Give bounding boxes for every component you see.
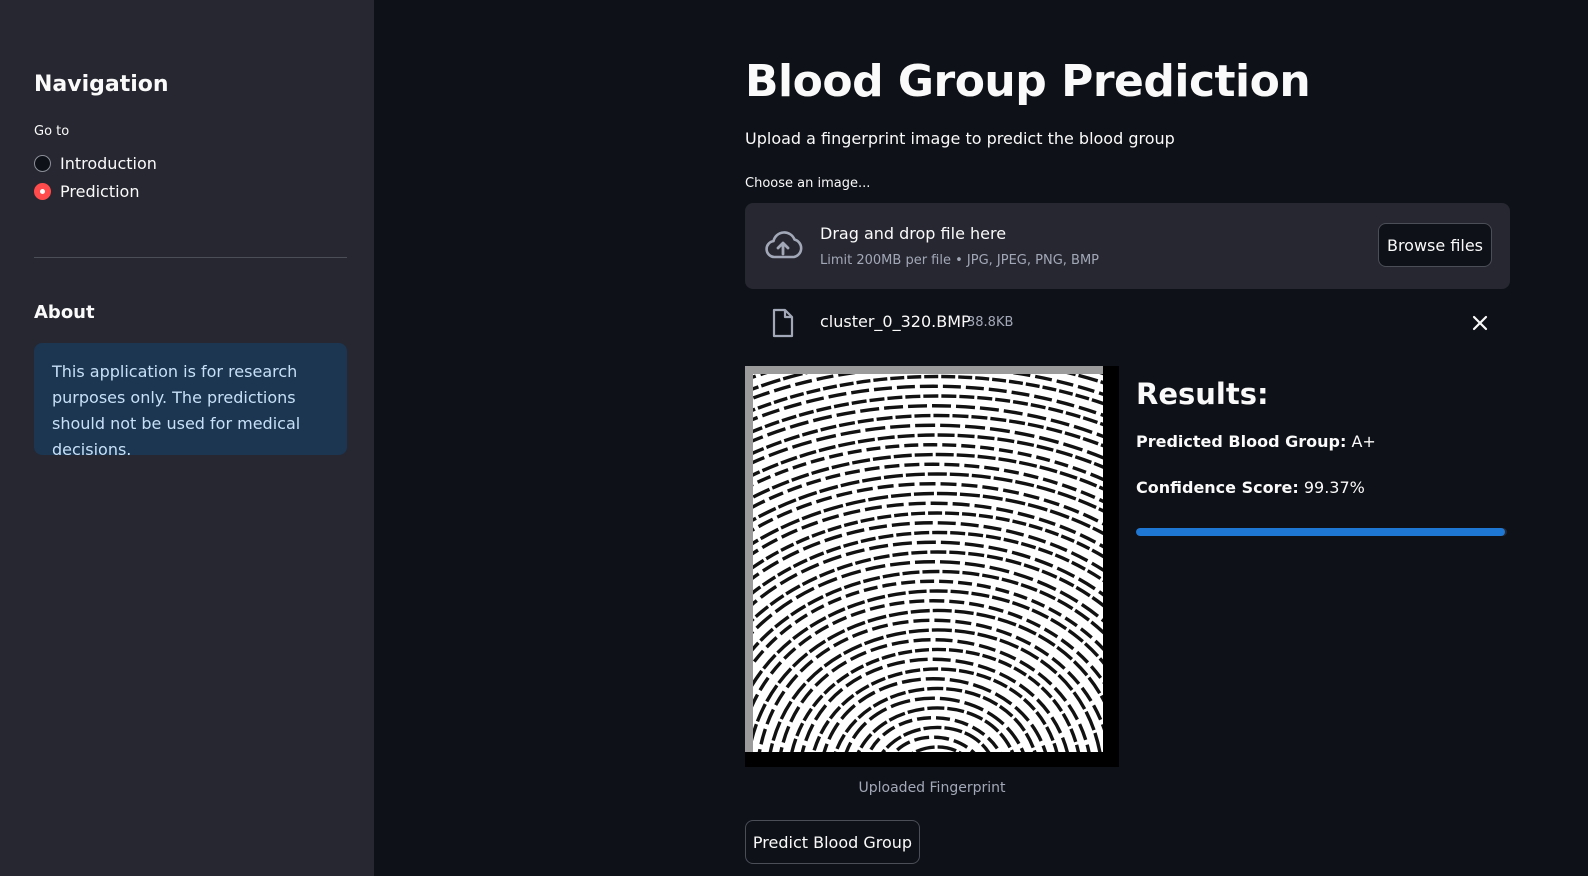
file-dropzone[interactable]: Drag and drop file here Limit 200MB per … <box>745 203 1510 289</box>
confidence-progress-fill <box>1136 528 1505 536</box>
uploaded-file-row: cluster_0_320.BMP 38.8KB <box>745 303 1510 343</box>
dropzone-text: Drag and drop file here <box>820 224 1007 243</box>
sidebar: Navigation Go to Introduction Prediction… <box>0 0 374 876</box>
file-size: 38.8KB <box>967 315 1014 330</box>
fingerprint-image-frame <box>745 366 1119 767</box>
close-icon[interactable] <box>1470 313 1490 333</box>
radio-circle-prediction[interactable] <box>34 183 51 200</box>
uploader-label: Choose an image... <box>745 176 871 191</box>
file-icon <box>772 308 794 338</box>
confidence-label: Confidence Score: <box>1136 478 1299 497</box>
radio-label-introduction: Introduction <box>60 154 157 173</box>
sidebar-title: Navigation <box>34 72 169 97</box>
browse-files-button[interactable]: Browse files <box>1378 223 1492 267</box>
confidence-score: Confidence Score: 99.37% <box>1136 478 1365 497</box>
file-name: cluster_0_320.BMP <box>820 312 971 331</box>
confidence-value: 99.37% <box>1303 478 1365 497</box>
dropzone-limit-text: Limit 200MB per file • JPG, JPEG, PNG, B… <box>820 253 1100 268</box>
predicted-blood-group: Predicted Blood Group: A+ <box>1136 432 1376 451</box>
sidebar-divider <box>34 257 347 258</box>
page-title: Blood Group Prediction <box>745 56 1311 107</box>
image-caption: Uploaded Fingerprint <box>858 780 1006 796</box>
radio-circle-introduction[interactable] <box>34 155 51 172</box>
predict-blood-group-button[interactable]: Predict Blood Group <box>745 820 920 864</box>
page-subtitle: Upload a fingerprint image to predict th… <box>745 129 1175 148</box>
main-content: Blood Group Prediction Upload a fingerpr… <box>745 0 1510 876</box>
cloud-upload-icon <box>765 231 803 259</box>
results-title: Results: <box>1136 377 1269 411</box>
predicted-group-value: A+ <box>1351 432 1376 451</box>
radio-prediction[interactable]: Prediction <box>34 182 139 201</box>
goto-label: Go to <box>34 124 70 139</box>
confidence-progress-bar <box>1136 528 1507 536</box>
radio-introduction[interactable]: Introduction <box>34 154 157 173</box>
radio-label-prediction: Prediction <box>60 182 140 201</box>
predicted-group-label: Predicted Blood Group: <box>1136 432 1347 451</box>
about-title: About <box>34 302 95 323</box>
fingerprint-image <box>745 366 1103 752</box>
about-info-box: This application is for research purpose… <box>34 343 347 459</box>
